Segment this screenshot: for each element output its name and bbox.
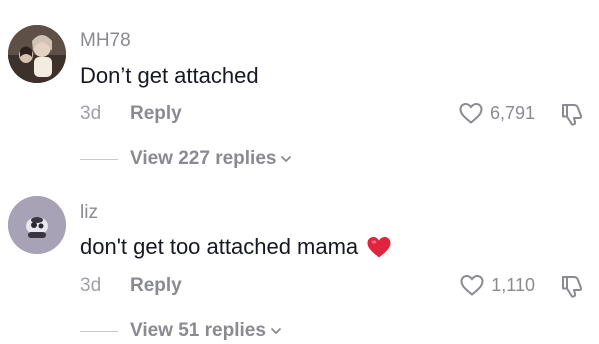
heart-outline-icon[interactable] — [459, 273, 485, 297]
reply-button[interactable]: Reply — [130, 275, 182, 297]
comment-age: 3d — [80, 103, 102, 124]
heart-outline-icon[interactable] — [458, 101, 484, 125]
comment-meta: 3d Reply — [80, 275, 182, 297]
reply-button[interactable]: Reply — [130, 103, 182, 125]
dislike-icon[interactable] — [559, 273, 585, 299]
avatar[interactable] — [8, 196, 66, 254]
avatar-photo-icon — [8, 25, 66, 83]
comment-text-content: Don’t get attached — [80, 63, 259, 88]
chevron-down-icon — [270, 327, 282, 335]
avatar[interactable] — [8, 25, 66, 83]
comment-age: 3d — [80, 275, 102, 296]
like-count: 6,791 — [489, 102, 535, 123]
chevron-down-icon — [281, 155, 292, 163]
divider — [80, 330, 118, 332]
divider — [80, 158, 118, 160]
view-replies-button[interactable]: View 227 replies — [80, 148, 292, 170]
like-group: 6,791 — [458, 101, 535, 125]
comment-text: don't get too attached mama — [80, 234, 392, 260]
view-replies-label: View 51 replies — [130, 320, 266, 341]
username[interactable]: MH78 — [80, 30, 131, 52]
like-group: 1,110 — [459, 273, 535, 297]
avatar-photo-icon — [8, 196, 66, 254]
comment-text: Don’t get attached — [80, 63, 259, 89]
comment-item: MH78 Don’t get attached 3d Reply 6,791 V… — [0, 0, 599, 172]
comment-text-content: don't get too attached mama — [80, 234, 359, 259]
view-replies-button[interactable]: View 51 replies — [80, 320, 282, 342]
like-count: 1,110 — [491, 274, 535, 295]
username[interactable]: liz — [80, 202, 98, 224]
dislike-icon[interactable] — [559, 101, 585, 127]
comment-item: liz don't get too attached mama 3d Reply… — [0, 172, 599, 344]
view-replies-label: View 227 replies — [130, 148, 277, 169]
comment-meta: 3d Reply — [80, 103, 182, 125]
red-heart-emoji — [367, 237, 391, 258]
